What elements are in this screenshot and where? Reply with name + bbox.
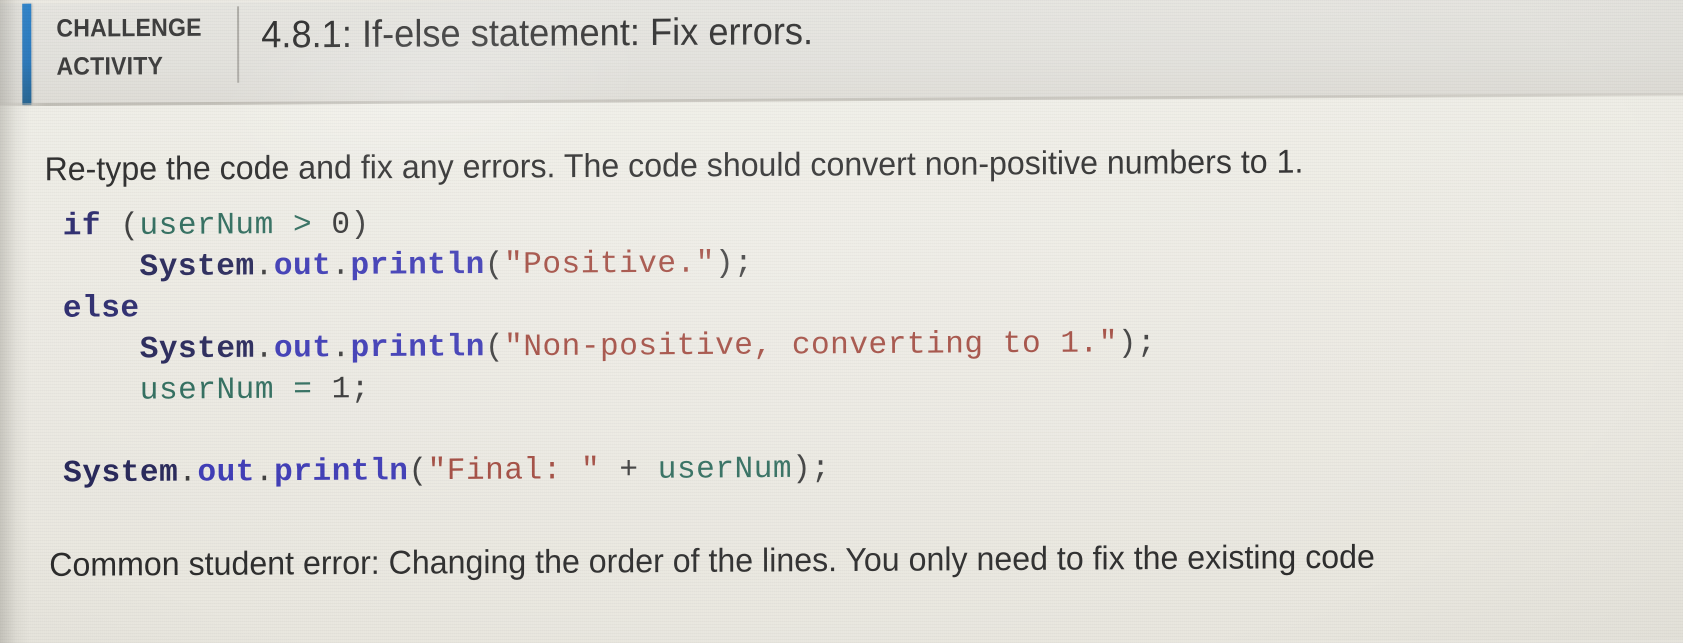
code-token: + bbox=[619, 452, 639, 489]
page-title: 4.8.1: If-else statement: Fix errors. bbox=[261, 10, 814, 57]
code-token: ; bbox=[734, 246, 754, 282]
code-line-2: System.out.println("Positive."); bbox=[63, 241, 1156, 289]
code-token: . bbox=[254, 454, 275, 491]
code-token: System bbox=[139, 249, 255, 286]
code-token: ; bbox=[350, 372, 370, 408]
code-token: ( bbox=[408, 454, 428, 490]
code-line-7: System.out.println("Final: " + userNum); bbox=[63, 447, 1156, 495]
code-token: 0 bbox=[331, 207, 351, 243]
code-token: ( bbox=[120, 208, 140, 245]
code-line-5: userNum = 1; bbox=[63, 364, 1156, 412]
header-accent-bar bbox=[22, 3, 32, 106]
code-token: . bbox=[254, 249, 274, 285]
code-token: . bbox=[178, 455, 198, 491]
code-token: ( bbox=[484, 330, 505, 366]
code-token: = bbox=[293, 372, 313, 408]
code-token: ) bbox=[792, 451, 812, 487]
code-line-1: if (userNum > 0) bbox=[63, 200, 1156, 248]
code-token: if bbox=[62, 209, 102, 245]
challenge-activity-header: CHALLENGE ACTIVITY 4.8.1: If-else statem… bbox=[0, 0, 1683, 106]
header-divider bbox=[237, 6, 240, 83]
content-wrapper: CHALLENGE ACTIVITY 4.8.1: If-else statem… bbox=[0, 0, 1683, 643]
code-token: . bbox=[331, 248, 351, 284]
activity-prompt: Re-type the code and fix any errors. The… bbox=[44, 142, 1304, 188]
code-token: ; bbox=[811, 451, 831, 487]
code-token: userNum bbox=[657, 451, 793, 488]
challenge-activity-badge: CHALLENGE ACTIVITY bbox=[56, 9, 213, 86]
code-token: println bbox=[350, 247, 485, 284]
code-token: 1 bbox=[331, 372, 351, 408]
code-token: out bbox=[197, 455, 256, 491]
screenshot-root: CHALLENGE ACTIVITY 4.8.1: If-else statem… bbox=[0, 0, 1683, 643]
code-token: ; bbox=[1137, 326, 1157, 362]
code-token: "Final: " bbox=[427, 452, 601, 490]
code-token: System bbox=[139, 331, 255, 368]
challenge-activity-badge-line2: ACTIVITY bbox=[56, 52, 164, 81]
code-token: ) bbox=[350, 207, 370, 243]
code-token: "Non-positive, converting to 1." bbox=[504, 326, 1118, 366]
code-token: userNum bbox=[139, 208, 274, 244]
code-snippet: if (userNum > 0) System.out.println("Pos… bbox=[63, 200, 1157, 495]
code-line-3: else bbox=[63, 282, 1156, 330]
code-line-4: System.out.println("Non-positive, conver… bbox=[63, 323, 1157, 371]
code-token: out bbox=[273, 248, 332, 285]
code-token: "Positive." bbox=[503, 246, 715, 283]
challenge-activity-badge-line1: CHALLENGE bbox=[56, 13, 202, 43]
code-token: ) bbox=[714, 246, 735, 282]
code-token: userNum bbox=[139, 372, 275, 409]
code-token: . bbox=[331, 331, 351, 367]
code-token: ) bbox=[1117, 326, 1138, 362]
code-token: . bbox=[254, 331, 274, 367]
code-token: println bbox=[274, 454, 409, 491]
code-token: println bbox=[350, 330, 485, 367]
code-token: out bbox=[273, 331, 332, 367]
code-token: System bbox=[63, 455, 179, 492]
common-student-error-note: Common student error: Changing the order… bbox=[49, 537, 1375, 583]
code-token: > bbox=[292, 207, 313, 244]
code-token: else bbox=[62, 291, 140, 327]
code-token: ( bbox=[484, 247, 505, 284]
